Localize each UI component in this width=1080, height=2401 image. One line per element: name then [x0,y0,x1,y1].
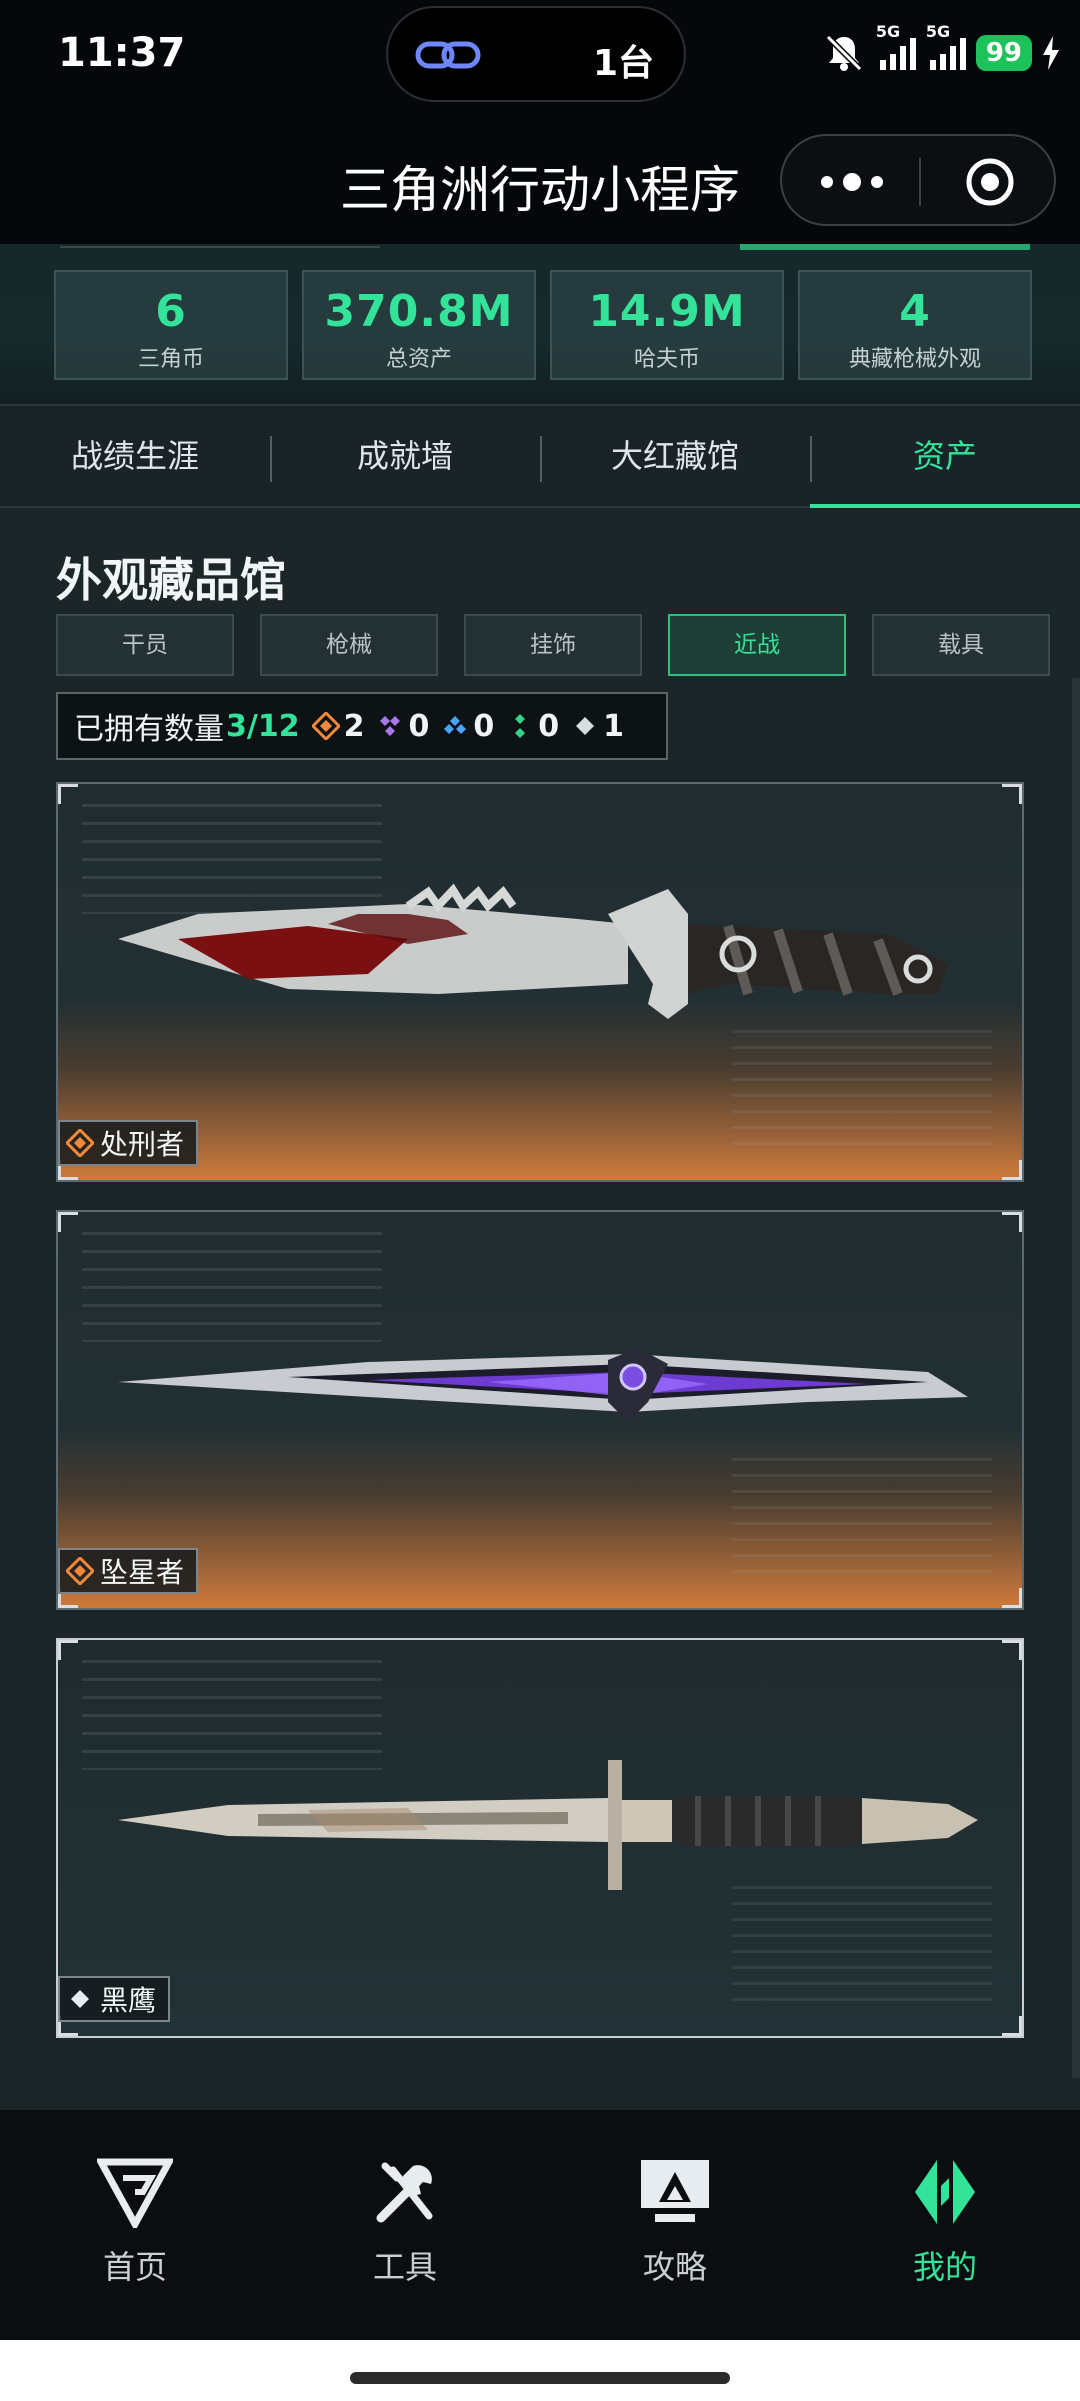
charging-icon [1043,36,1059,70]
tab-achievements[interactable]: 成就墙 [270,406,540,506]
starfall-dagger-icon [118,1348,968,1422]
tier-count: 0 [408,708,430,744]
item-name: 黑鹰 [100,1984,157,2017]
gesture-area [0,2340,1080,2401]
diamond-blue-icon [444,716,467,734]
stat-card-total-assets: 370.8M 总资产 [302,270,536,380]
diamond-purple-icon [380,716,401,736]
island-text: 1台 [592,43,654,84]
status-icons: 5G 5G 99 [822,22,1060,78]
nav-label: 我的 [912,2248,977,2286]
link-icon [415,41,481,69]
section-title: 外观藏品馆 [56,553,286,607]
tier-count: 0 [473,708,495,744]
profile-logo-icon [915,2160,975,2224]
stat-label: 总资产 [385,347,452,372]
tier-rare: 0 [441,709,494,744]
main-tabs: 战绩生涯 成就墙 大红藏馆 资产 [0,404,1080,508]
diamond-orange-icon [311,712,340,740]
stat-card-delta-coin: 6 三角币 [54,270,288,380]
filter-operators[interactable]: 干员 [56,614,234,676]
diamond-orange-icon [66,1557,94,1585]
stat-label: 哈夫币 [633,347,700,372]
tab-career[interactable]: 战绩生涯 [0,406,270,506]
dynamic-island: 1台 [386,6,686,102]
collection-card-executioner[interactable]: 处刑者 [56,782,1024,1182]
tier-count: 1 [603,708,624,744]
stat-card-collection-skins: 4 典藏枪械外观 [798,270,1032,380]
diamond-orange-icon [66,1129,94,1157]
tier-uncommon: 0 [506,709,559,744]
collection-card-starfall[interactable]: 坠星者 [56,1210,1024,1610]
stat-value: 4 [899,286,931,337]
home-indicator[interactable] [350,2372,730,2384]
nav-guides[interactable]: 攻略 [540,2156,810,2296]
nav-label: 工具 [372,2248,437,2286]
filter-firearms[interactable]: 枪械 [260,614,438,676]
more-button[interactable] [812,156,892,208]
owned-label: 已拥有数量 [74,712,224,747]
close-target-icon[interactable] [964,156,1016,208]
filter-vehicles[interactable]: 载具 [872,614,1050,676]
filter-charms[interactable]: 挂饰 [464,614,642,676]
nav-home[interactable]: 首页 [0,2156,270,2296]
diamond-white-icon [71,1990,89,2008]
filter-melee[interactable]: 近战 [668,614,846,676]
tier-epic: 0 [376,709,429,744]
stat-card-havoc-coin: 14.9M 哈夫币 [550,270,784,380]
nav-tools[interactable]: 工具 [270,2156,540,2296]
scrollbar[interactable] [1072,678,1080,2078]
asset-summary: 6 三角币 370.8M 总资产 14.9M 哈夫币 4 典藏枪械外观 [0,244,1080,404]
collection-card-blackhawk[interactable]: 黑鹰 [56,1638,1024,2038]
tier-legendary: 2 [311,708,365,744]
home-logo-icon [97,2158,173,2228]
signal-label-2: 5G [925,22,951,41]
signal-icon: 5G [876,22,916,70]
tier-count: 0 [538,708,560,744]
tier-common: 1 [571,709,624,744]
stat-label: 三角币 [137,347,204,372]
tab-assets[interactable]: 资产 [810,406,1080,506]
tier-count: 2 [343,708,365,744]
bottom-navigation: 首页 工具 攻略 我的 [0,2110,1080,2340]
nav-label: 攻略 [642,2248,707,2286]
stat-value: 370.8M [324,286,514,337]
diamond-green-icon [515,714,526,738]
owned-count: 3/12 [226,708,300,744]
owned-count-bar: 已拥有数量 3/12 2 0 0 0 1 [56,692,668,760]
category-filters: 干员 枪械 挂饰 近战 载具 [56,614,1050,678]
executioner-knife-icon [118,883,948,1019]
stat-label: 典藏枪械外观 [848,347,981,372]
tools-icon [376,2162,433,2223]
nav-profile[interactable]: 我的 [810,2156,1080,2296]
status-bar: 11:37 1台 5G 5G 99 [0,0,1080,120]
signal-label: 5G [875,22,901,41]
status-time: 11:37 [58,30,186,76]
item-name-tag: 处刑者 [58,1120,199,1166]
stat-value: 6 [155,286,187,337]
diamond-white-icon [576,717,595,735]
tab-red-collection[interactable]: 大红藏馆 [540,406,810,506]
item-name: 坠星者 [100,1556,185,1589]
item-name-tag: 黑鹰 [58,1976,171,2022]
battery-indicator: 99 [975,35,1032,71]
item-name: 处刑者 [100,1128,185,1161]
capsule-menu [780,134,1056,226]
signal-icon-2: 5G [926,22,966,70]
item-name-tag: 坠星者 [58,1548,199,1594]
app-header: 三角洲行动小程序 [0,120,1080,244]
stat-value: 14.9M [588,286,746,337]
nav-label: 首页 [102,2248,167,2286]
blackhawk-bayonet-icon [118,1760,978,1890]
guide-icon [641,2160,709,2222]
mute-bell-icon [825,34,862,72]
content-area: 外观藏品馆 干员 枪械 挂饰 近战 载具 已拥有数量 3/12 2 0 0 0 … [0,508,1080,2110]
